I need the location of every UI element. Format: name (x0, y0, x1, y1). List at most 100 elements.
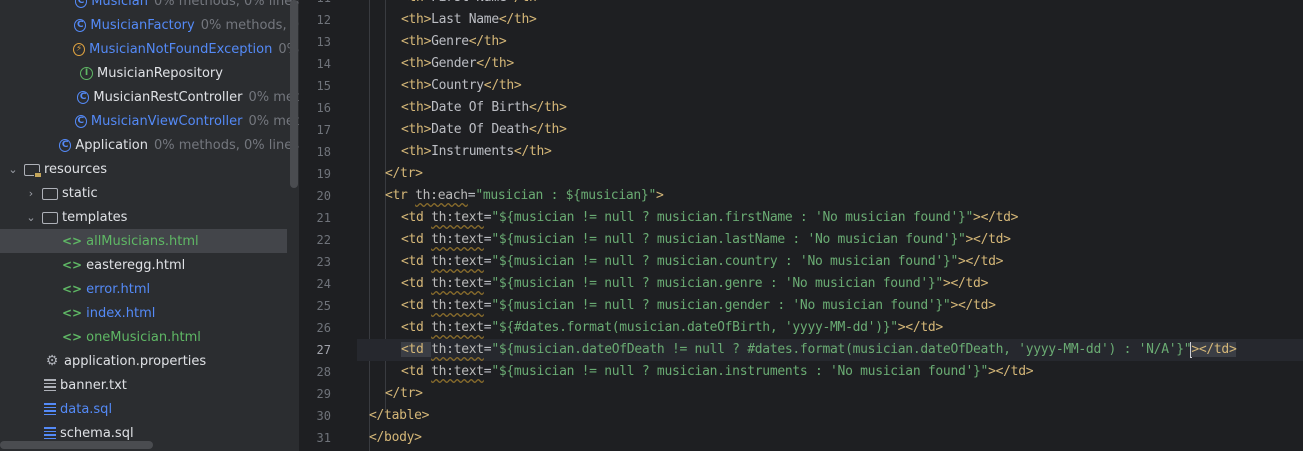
tree-item-error-html[interactable]: <> error.html (0, 277, 299, 301)
code-token-tag: <td (401, 210, 432, 225)
code-token-tag: ></td> (988, 364, 1034, 379)
code-token-tag: </tr> (385, 386, 423, 401)
code-token-tag: ></td> (1191, 342, 1237, 357)
code-line[interactable]: <th>Date Of Birth</th> (357, 97, 567, 119)
tree-item-static[interactable]: › static (0, 181, 299, 205)
code-token-str: "${musician != null ? musician.country :… (491, 254, 958, 269)
tree-item-banner-txt[interactable]: banner.txt (0, 373, 299, 397)
code-token-tag: <th> (401, 0, 431, 5)
code-line[interactable]: <td th:text="${musician != null ? musici… (357, 229, 1011, 251)
code-token-tag: <td (401, 276, 432, 291)
coverage-info: 0% methods, 0% lines (154, 0, 299, 9)
code-token-tag: > (655, 188, 664, 203)
code-line[interactable]: </tr> (357, 383, 423, 405)
tree-item-label: MusicianRestController (93, 89, 243, 105)
code-line[interactable]: <th>Country</th> (357, 75, 522, 97)
code-token-tag: </th> (483, 78, 522, 93)
tree-item-index-html[interactable]: <> index.html (0, 301, 299, 325)
text-icon (44, 378, 56, 392)
code-token-attr: th:text (431, 276, 484, 291)
tree-item-application-properties[interactable]: ⚙ application.properties (0, 349, 299, 373)
code-line[interactable]: <th>Date Of Death</th> (357, 119, 567, 141)
code-line[interactable]: <td th:text="${musician != null ? musici… (357, 273, 988, 295)
code-token-attr: th:text (431, 342, 484, 357)
line-number: 27 (316, 343, 331, 357)
tree-item-easteregg-html[interactable]: <> easteregg.html (0, 253, 299, 277)
tree-item-musicianrestcontroller[interactable]: C MusicianRestController 0% met (0, 85, 299, 109)
code-token-attr: th:each (415, 188, 468, 203)
code-token-tag: ></td> (950, 298, 996, 313)
chevron-down-icon[interactable]: ⌄ (24, 211, 38, 224)
line-number: 13 (316, 35, 331, 49)
code-token-tag: </th> (513, 144, 552, 159)
tree-item-label: templates (62, 209, 128, 225)
code-token-str: "${musician != null ? musician.gender : … (491, 298, 951, 313)
app-icon: C (58, 138, 72, 152)
code-line[interactable]: </table> (357, 405, 430, 427)
code-line[interactable]: <th>Gender</th> (357, 53, 514, 75)
class-icon: C (74, 114, 87, 128)
tree-item-musicianfactory[interactable]: C MusicianFactory 0% methods, 0 (0, 13, 299, 37)
tree-item-label: oneMusician.html (86, 329, 201, 345)
code-line[interactable]: <td th:text="${musician != null ? musici… (357, 207, 1019, 229)
code-line[interactable]: <td th:text="${musician != null ? musici… (357, 361, 1034, 383)
code-token-str: "${musician != null ? musician.genre : '… (491, 276, 943, 291)
horizontal-scrollbar[interactable] (0, 441, 153, 449)
html-icon: <> (62, 234, 83, 248)
code-token-tag: <th> (401, 122, 432, 137)
tree-item-label: resources (44, 161, 108, 177)
tree-item-resources[interactable]: ⌄ resources (0, 157, 299, 181)
tree-item-musicianviewcontroller[interactable]: C MusicianViewController 0% met (0, 109, 299, 133)
code-line[interactable]: </body> (357, 427, 422, 449)
code-token-txt: Instruments (431, 144, 514, 159)
code-token-tag: ></td> (973, 210, 1019, 225)
line-number: 26 (316, 321, 331, 335)
code-token-tag: </th> (498, 12, 537, 27)
tree-item-onemusician-html[interactable]: <> oneMusician.html (0, 325, 299, 349)
code-line[interactable]: <td th:text="${musician != null ? musici… (357, 251, 1003, 273)
code-line[interactable]: <td th:text="${#dates.format(musician.da… (357, 317, 943, 339)
tree-item-musiciannotfoundexception[interactable]: ⚡ MusicianNotFoundException 0% (0, 37, 299, 61)
class-icon: C (76, 90, 90, 104)
code-line[interactable]: <th>Genre</th> (357, 31, 507, 53)
code-line[interactable]: <th>Last Name</th> (357, 9, 537, 31)
tree-item-data-sql[interactable]: data.sql (0, 397, 299, 421)
vertical-scrollbar[interactable] (290, 0, 298, 188)
tree-item-label: Application (75, 137, 148, 153)
code-area[interactable]: <th>First Name</th><th>Last Name</th><th… (357, 0, 1303, 451)
code-line[interactable]: <th>First Name</th> (357, 0, 544, 9)
line-number: 17 (316, 123, 331, 137)
code-editor[interactable]: 11 12 13 14 15 16 17 18 19 20 21 22 23 24 25 26 27 28 29 30… (299, 0, 1303, 451)
code-line[interactable]: <td th:text="${musician != null ? musici… (357, 295, 996, 317)
tree-item-musician[interactable]: C Musician 0% methods, 0% lines (0, 0, 299, 13)
line-number: 16 (316, 101, 331, 115)
code-token-tag: </th> (528, 122, 567, 137)
code-line[interactable]: <tr th:each="musician : ${musician}"> (357, 185, 664, 207)
code-token-tag: ></td> (897, 320, 943, 335)
line-number: 11 (299, 0, 331, 9)
code-line[interactable]: <th>Instruments</th> (357, 141, 552, 163)
line-number: 19 (316, 167, 331, 181)
line-number: 15 (316, 79, 331, 93)
line-number: 31 (316, 431, 331, 445)
tree-item-application[interactable]: C Application 0% methods, 0% lines (0, 133, 299, 157)
tree-item-templates[interactable]: ⌄ templates (0, 205, 299, 229)
code-line[interactable]: </tr> (357, 163, 423, 185)
chevron-right-icon[interactable]: › (24, 187, 38, 200)
tree-item-allmusicians-html[interactable]: <> allMusicians.html (0, 229, 287, 253)
line-number: 22 (316, 233, 331, 247)
code-token-txt: Country (431, 78, 484, 93)
line-number: 20 (316, 189, 331, 203)
tree-item-label: easteregg.html (86, 257, 186, 273)
line-number-gutter: 11 12 13 14 15 16 17 18 19 20 21 22 23 24 25 26 27 28 29 30… (299, 0, 331, 451)
code-token-tag: <th> (401, 100, 432, 115)
html-icon: <> (62, 306, 83, 320)
chevron-down-icon[interactable]: ⌄ (6, 163, 20, 176)
code-token-attr: th:text (431, 254, 484, 269)
code-token-tag: </th> (476, 56, 514, 71)
tree-item-musicianrepository[interactable]: I MusicianRepository (0, 61, 299, 85)
code-line[interactable]: <td th:text="${musician.dateOfDeath != n… (357, 339, 1237, 361)
code-token-str: "${musician != null ? musician.instrumen… (491, 364, 989, 379)
line-number: 14 (316, 57, 331, 71)
code-token-tag: </tr> (385, 166, 423, 181)
